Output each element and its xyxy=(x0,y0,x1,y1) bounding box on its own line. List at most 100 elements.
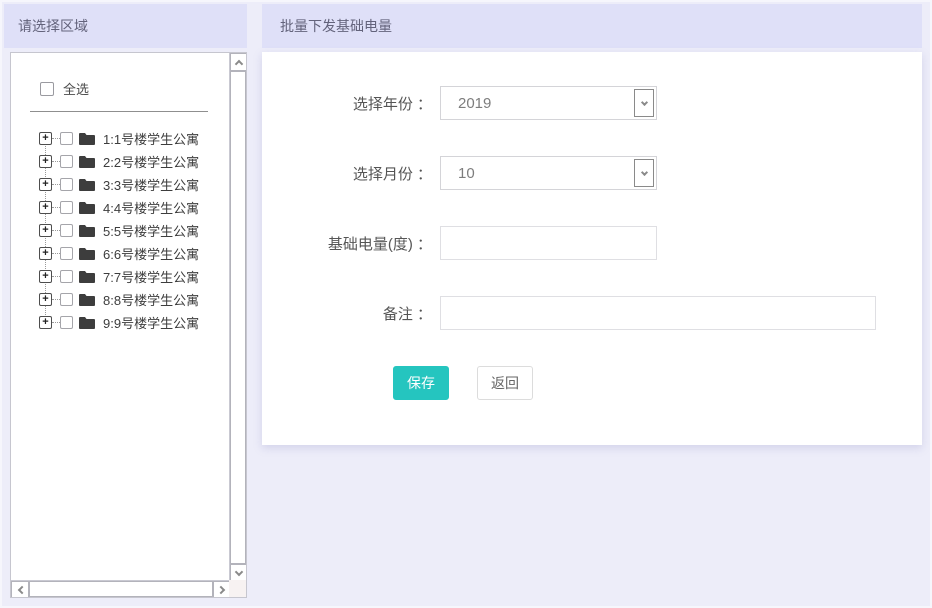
folder-icon xyxy=(79,270,95,283)
expand-plus-icon[interactable]: + xyxy=(39,224,52,237)
tree-row[interactable]: + 4:4号楼学生公寓 xyxy=(11,196,246,219)
tree-item-checkbox[interactable] xyxy=(60,270,73,283)
tree-item-checkbox[interactable] xyxy=(60,155,73,168)
folder-icon xyxy=(79,316,95,329)
tree-item-checkbox[interactable] xyxy=(60,293,73,306)
expand-plus-icon[interactable]: + xyxy=(39,293,52,306)
folder-icon xyxy=(79,178,95,191)
expand-plus-icon[interactable]: + xyxy=(39,247,52,260)
tree-item-checkbox[interactable] xyxy=(60,201,73,214)
month-row: 选择月份 ： 10 xyxy=(262,156,922,190)
select-all-checkbox[interactable] xyxy=(40,81,54,96)
year-row: 选择年份 ： 2019 xyxy=(262,86,922,120)
back-button[interactable]: 返回 xyxy=(477,366,533,400)
year-select-arrow[interactable] xyxy=(634,89,654,117)
folder-icon xyxy=(79,247,95,260)
tree-item-checkbox[interactable] xyxy=(60,247,73,260)
tree-item-label[interactable]: 3:3号楼学生公寓 xyxy=(103,175,199,194)
batch-issue-panel: 批量下发基础电量 选择年份 ： 2019 选择月份 ： 10 基础电量(度) ： xyxy=(262,4,922,445)
remark-row: 备注 ： xyxy=(262,296,922,330)
tree-item-label[interactable]: 9:9号楼学生公寓 xyxy=(103,313,199,332)
tree-item-checkbox[interactable] xyxy=(60,178,73,191)
month-select-value: 10 xyxy=(458,164,475,182)
save-button[interactable]: 保存 xyxy=(393,366,449,400)
month-label: 选择月份 ： xyxy=(352,165,432,183)
chevron-right-icon xyxy=(216,585,225,594)
batch-issue-form: 选择年份 ： 2019 选择月份 ： 10 基础电量(度) ： 备注 ： 保存 … xyxy=(262,52,922,445)
tree-item-label[interactable]: 4:4号楼学生公寓 xyxy=(103,198,199,217)
select-all-row[interactable]: 全选 xyxy=(40,79,246,98)
tree-item-checkbox[interactable] xyxy=(60,132,73,145)
expand-plus-icon[interactable]: + xyxy=(39,132,52,145)
tree-row[interactable]: + 8:8号楼学生公寓 xyxy=(11,288,246,311)
year-select-value: 2019 xyxy=(458,94,492,112)
left-panel-title: 请选择区域 xyxy=(18,18,88,34)
right-panel-title: 批量下发基础电量 xyxy=(280,18,392,34)
chevron-left-icon xyxy=(17,585,26,594)
tree-row[interactable]: + 3:3号楼学生公寓 xyxy=(11,173,246,196)
tree-connector-stub xyxy=(52,253,60,254)
tree-connector-stub xyxy=(52,299,60,300)
expand-plus-icon[interactable]: + xyxy=(39,155,52,168)
folder-icon xyxy=(79,293,95,306)
folder-icon xyxy=(79,224,95,237)
tree-item-label[interactable]: 5:5号楼学生公寓 xyxy=(103,221,199,240)
base-power-row: 基础电量(度) ： xyxy=(262,226,922,260)
chevron-down-icon xyxy=(234,567,243,576)
tree-horizontal-scrollbar[interactable] xyxy=(11,580,231,597)
remark-input[interactable] xyxy=(440,296,876,330)
chevron-down-icon xyxy=(640,98,648,106)
right-panel-header: 批量下发基础电量 xyxy=(262,4,922,48)
chevron-down-icon xyxy=(640,168,648,176)
tree-connector-stub xyxy=(52,161,60,162)
tree-row[interactable]: + 5:5号楼学生公寓 xyxy=(11,219,246,242)
year-label: 选择年份 ： xyxy=(352,95,432,113)
month-select[interactable]: 10 xyxy=(440,156,657,190)
expand-plus-icon[interactable]: + xyxy=(39,270,52,283)
app-window: 请选择区域 全选 + 1:1号楼学生公寓 + 2:2号楼学生公寓 + 3:3号楼… xyxy=(0,0,932,608)
tree-item-label[interactable]: 6:6号楼学生公寓 xyxy=(103,244,199,263)
folder-icon xyxy=(79,132,95,145)
left-panel-header: 请选择区域 xyxy=(4,4,247,48)
tree-item-label[interactable]: 2:2号楼学生公寓 xyxy=(103,152,199,171)
horizontal-scroll-thumb[interactable] xyxy=(29,581,213,597)
tree-connector-stub xyxy=(52,184,60,185)
region-tree: + 1:1号楼学生公寓 + 2:2号楼学生公寓 + 3:3号楼学生公寓 + 4:… xyxy=(11,127,246,334)
base-power-input[interactable] xyxy=(440,226,657,260)
scrollbar-corner xyxy=(229,580,246,597)
tree-row[interactable]: + 1:1号楼学生公寓 xyxy=(11,127,246,150)
scroll-up-button[interactable] xyxy=(230,53,246,71)
expand-plus-icon[interactable]: + xyxy=(39,201,52,214)
tree-divider xyxy=(30,111,208,112)
base-power-label: 基础电量(度) ： xyxy=(327,235,432,253)
tree-vertical-scrollbar[interactable] xyxy=(229,53,246,582)
expand-plus-icon[interactable]: + xyxy=(39,178,52,191)
tree-item-checkbox[interactable] xyxy=(60,224,73,237)
folder-icon xyxy=(79,155,95,168)
region-tree-container: 全选 + 1:1号楼学生公寓 + 2:2号楼学生公寓 + 3:3号楼学生公寓 +… xyxy=(10,52,247,598)
tree-item-label[interactable]: 7:7号楼学生公寓 xyxy=(103,267,199,286)
scroll-left-button[interactable] xyxy=(11,581,29,597)
year-select[interactable]: 2019 xyxy=(440,86,657,120)
tree-item-label[interactable]: 1:1号楼学生公寓 xyxy=(103,129,199,148)
select-all-label: 全选 xyxy=(63,82,90,97)
chevron-up-icon xyxy=(234,59,243,68)
vertical-scroll-thumb[interactable] xyxy=(230,71,246,564)
tree-connector-stub xyxy=(52,138,60,139)
folder-icon xyxy=(79,201,95,214)
tree-connector-stub xyxy=(52,230,60,231)
tree-row[interactable]: + 7:7号楼学生公寓 xyxy=(11,265,246,288)
tree-item-checkbox[interactable] xyxy=(60,316,73,329)
tree-connector-stub xyxy=(52,276,60,277)
tree-connector-stub xyxy=(52,322,60,323)
region-select-panel: 请选择区域 全选 + 1:1号楼学生公寓 + 2:2号楼学生公寓 + 3:3号楼… xyxy=(4,4,247,598)
tree-connector-stub xyxy=(52,207,60,208)
month-select-arrow[interactable] xyxy=(634,159,654,187)
tree-row[interactable]: + 9:9号楼学生公寓 xyxy=(11,311,246,334)
tree-item-label[interactable]: 8:8号楼学生公寓 xyxy=(103,290,199,309)
tree-row[interactable]: + 2:2号楼学生公寓 xyxy=(11,150,246,173)
form-actions: 保存 返回 xyxy=(393,366,922,400)
remark-label: 备注 ： xyxy=(382,305,432,323)
tree-row[interactable]: + 6:6号楼学生公寓 xyxy=(11,242,246,265)
expand-plus-icon[interactable]: + xyxy=(39,316,52,329)
